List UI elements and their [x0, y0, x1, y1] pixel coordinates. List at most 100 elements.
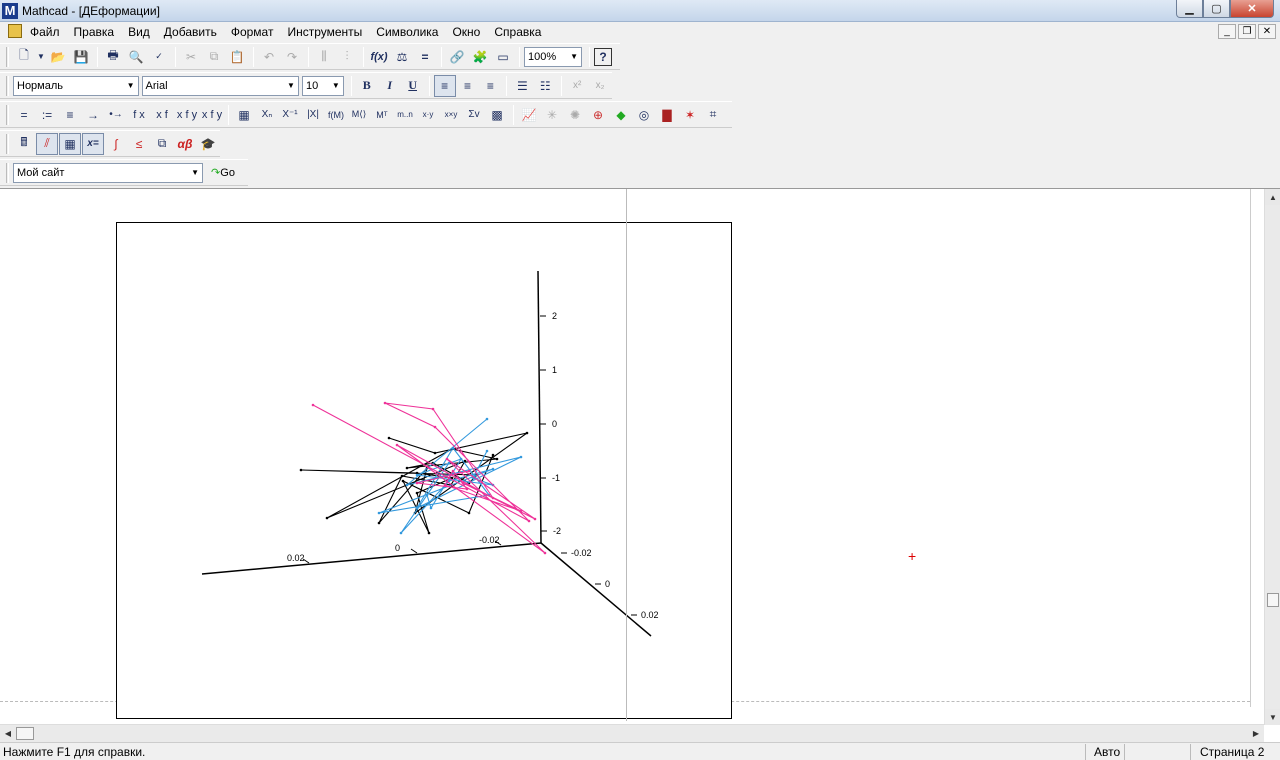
calculate-icon[interactable]: = — [414, 46, 436, 68]
minimize-button[interactable]: ▁ — [1176, 0, 1203, 18]
cross-product-icon[interactable]: x×y — [440, 104, 462, 126]
undo-icon[interactable]: ↶ — [258, 46, 280, 68]
menu-edit[interactable]: Правка — [74, 25, 115, 39]
copy-icon[interactable]: ⧉ — [203, 46, 225, 68]
resources-select[interactable]: Мой сайт ▼ — [13, 162, 203, 183]
scroll-right-icon[interactable]: ▶ — [1248, 725, 1264, 742]
numbered-list-icon[interactable]: ☷ — [534, 75, 556, 97]
help-icon[interactable]: ? — [594, 47, 612, 66]
close-button[interactable]: ✕ — [1230, 0, 1274, 18]
insert-function-icon[interactable]: f(x) — [368, 46, 390, 68]
open-icon[interactable]: 📂 — [47, 46, 69, 68]
picture-icon[interactable]: ▩ — [486, 104, 508, 126]
insert-region-icon[interactable]: ▭ — [492, 46, 514, 68]
document-icon[interactable] — [8, 24, 22, 38]
scroll-up-icon[interactable]: ▲ — [1265, 189, 1280, 205]
superscript-icon[interactable]: x² — [566, 75, 588, 97]
matrix-icon[interactable]: ▦ — [233, 104, 255, 126]
transpose-icon[interactable]: Mᵀ — [371, 104, 393, 126]
spellcheck-icon[interactable]: ✓ — [148, 46, 170, 68]
menu-format[interactable]: Формат — [231, 25, 274, 39]
3d-bar-icon[interactable]: ◎ — [633, 104, 655, 126]
component-wizard-icon[interactable]: 🧩 — [469, 46, 491, 68]
align-left-icon[interactable]: ≡ — [433, 74, 456, 97]
determinant-icon[interactable]: |X| — [302, 104, 324, 126]
3d-scatter-icon[interactable]: ◆ — [610, 104, 632, 126]
font-size-select[interactable]: 10 ▼ — [301, 75, 344, 96]
zoom-select[interactable]: 100% ▼ — [524, 46, 582, 67]
menu-tools[interactable]: Инструменты — [287, 25, 362, 39]
menu-view[interactable]: Вид — [128, 25, 150, 39]
cut-icon[interactable]: ✂ — [180, 46, 202, 68]
menu-symbolics[interactable]: Символика — [376, 25, 438, 39]
align-right-icon[interactable]: ≡ — [479, 75, 501, 97]
insert-hyperlink-icon[interactable]: 🔗 — [446, 46, 468, 68]
symbolic-palette-icon[interactable]: 🎓 — [197, 133, 219, 155]
menu-help[interactable]: Справка — [494, 25, 541, 39]
chart-component-icon[interactable]: ⌗ — [702, 104, 724, 126]
horizontal-scroll-thumb[interactable] — [16, 727, 34, 740]
vertical-scroll-thumb[interactable] — [1267, 593, 1279, 607]
subscript-icon[interactable]: x₂ — [589, 75, 611, 97]
eval-equal-button[interactable]: = — [13, 104, 35, 126]
redo-icon[interactable]: ↷ — [281, 46, 303, 68]
align-center-icon[interactable]: ≡ — [457, 75, 479, 97]
dropdown-arrow-icon[interactable]: ▼ — [36, 46, 46, 68]
print-preview-icon[interactable]: 🔍 — [125, 46, 147, 68]
postfix-operator-button[interactable]: x f — [151, 104, 173, 126]
vertical-scrollbar[interactable]: ▲ ▼ — [1264, 189, 1280, 725]
column-icon[interactable]: M⟨⟩ — [348, 104, 370, 126]
paste-icon[interactable]: 📋 — [226, 46, 248, 68]
scroll-down-icon[interactable]: ▼ — [1265, 709, 1280, 725]
vector-field-icon[interactable]: ▇ — [656, 104, 678, 126]
menu-file[interactable]: Файл — [30, 25, 60, 39]
prefix-operator-button[interactable]: f x — [128, 104, 150, 126]
doc-minimize-button[interactable]: _ — [1218, 24, 1236, 39]
save-icon[interactable]: 💾 — [70, 46, 92, 68]
scroll-left-icon[interactable]: ◀ — [0, 725, 16, 742]
align-across-icon[interactable]: ⫼ — [313, 46, 335, 68]
bold-button[interactable]: B — [356, 75, 378, 97]
eval-define-button[interactable]: := — [36, 104, 58, 126]
eval-global-define-button[interactable]: ≡ — [59, 104, 81, 126]
insert-unit-icon[interactable]: ⚖ — [391, 46, 413, 68]
worksheet[interactable]: 2 1 0 -1 -2 0.02 0 -0.02 -0.02 0 0.02 + ▲ ▼ ◀ ▶ — [0, 188, 1280, 742]
eval-symbolic-button[interactable]: → — [82, 104, 104, 126]
doc-restore-button[interactable]: ❐ — [1238, 24, 1256, 39]
font-select[interactable]: Arial ▼ — [141, 75, 299, 96]
mathcad-app-icon[interactable]: M — [2, 3, 18, 19]
3d-scatter-plot-region[interactable]: 2 1 0 -1 -2 0.02 0 -0.02 -0.02 0 0.02 — [116, 222, 732, 719]
align-down-icon[interactable]: ⫶ — [336, 46, 358, 68]
style-select[interactable]: Нормаль ▼ — [13, 75, 139, 96]
menu-window[interactable]: Окно — [452, 25, 480, 39]
new-icon[interactable]: 🗋 — [13, 46, 35, 68]
matrix-palette-icon[interactable]: ▦ — [59, 132, 81, 155]
boolean-palette-icon[interactable]: ≤ — [128, 133, 150, 155]
maximize-button[interactable]: ▢ — [1203, 0, 1230, 18]
vectorize-icon[interactable]: f(M) — [325, 104, 347, 126]
inverse-icon[interactable]: X⁻¹ — [279, 104, 301, 126]
doc-close-button[interactable]: ✕ — [1258, 24, 1276, 39]
xy-plot-icon[interactable]: 📈 — [518, 104, 540, 126]
status-calc-mode[interactable]: Авто — [1094, 745, 1120, 759]
polar-plot-icon[interactable]: ✳ — [541, 104, 563, 126]
treefix-operator-button[interactable]: x f y — [201, 104, 223, 126]
underline-button[interactable]: U — [402, 75, 424, 97]
plot-wizard-icon[interactable]: ✶ — [679, 104, 701, 126]
surface-plot-icon[interactable]: ✺ — [564, 104, 586, 126]
programming-palette-icon[interactable]: ⧉ — [151, 133, 173, 155]
subscript-index-icon[interactable]: Xₙ — [256, 104, 278, 126]
horizontal-scrollbar[interactable]: ◀ ▶ — [0, 724, 1264, 742]
calculator-icon[interactable]: 🖩 — [13, 133, 35, 155]
vector-sum-icon[interactable]: Σv — [463, 104, 485, 126]
greek-palette-icon[interactable]: αβ — [174, 133, 196, 155]
calculus-palette-icon[interactable]: ∫ — [105, 133, 127, 155]
infix-operator-button[interactable]: x f y — [174, 104, 200, 126]
range-variable-icon[interactable]: m..n — [394, 104, 416, 126]
print-icon[interactable]: 🖶 — [102, 46, 124, 68]
contour-plot-icon[interactable]: ⊕ — [587, 104, 609, 126]
bullet-list-icon[interactable]: ☰ — [511, 75, 533, 97]
dot-product-icon[interactable]: x·y — [417, 104, 439, 126]
menu-insert[interactable]: Добавить — [164, 25, 217, 39]
graph-palette-icon[interactable]: ⫽ — [36, 132, 58, 155]
